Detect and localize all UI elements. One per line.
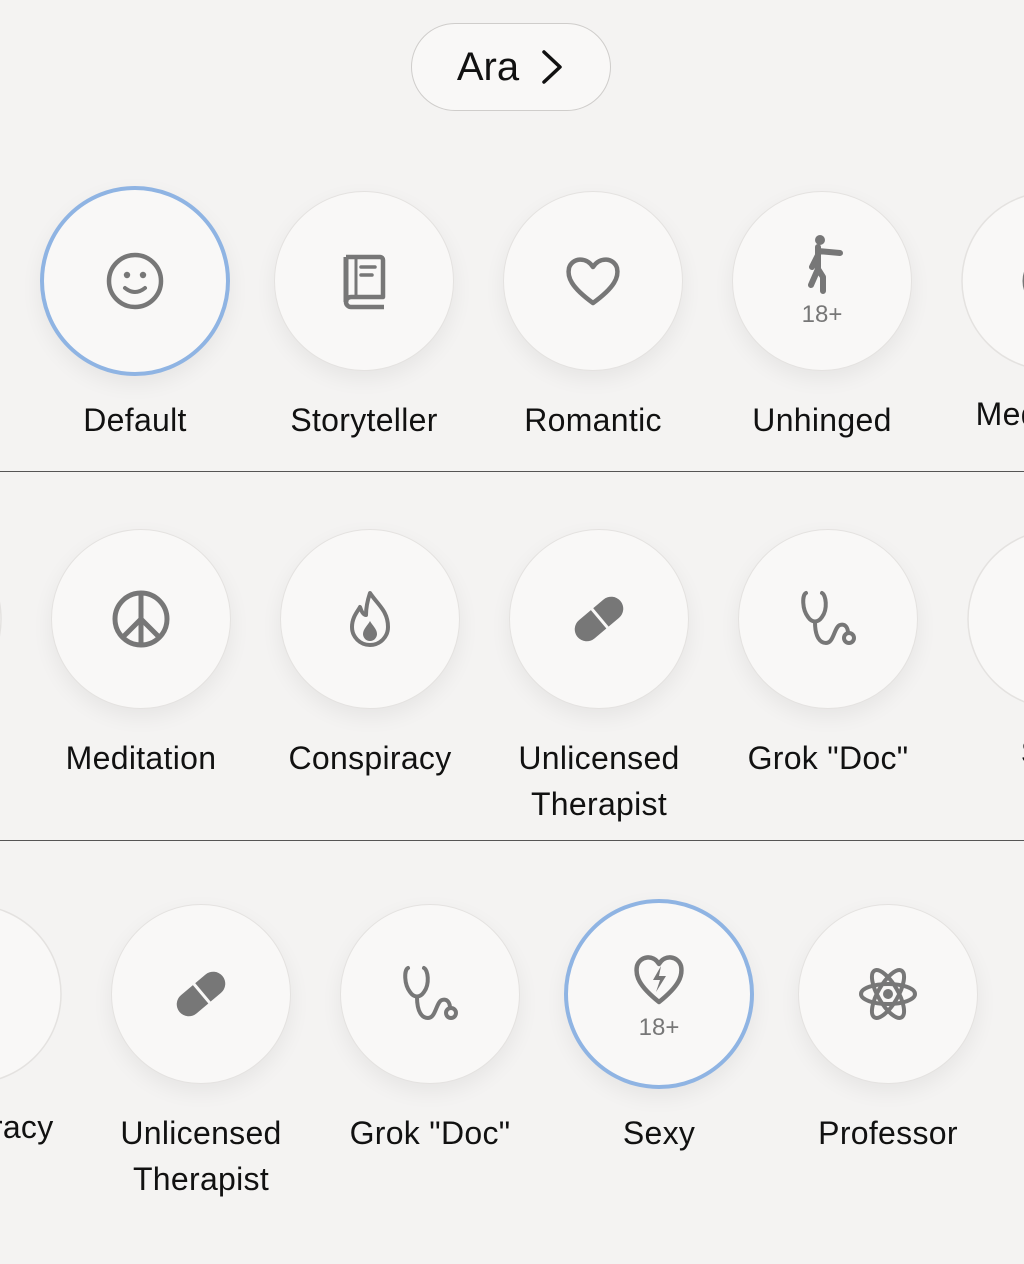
divider xyxy=(0,471,1024,472)
personality-circle[interactable] xyxy=(509,529,689,709)
divider xyxy=(0,840,1024,841)
personality-label: Storyteller xyxy=(290,402,438,438)
smiley-icon xyxy=(103,249,167,313)
personality-professor[interactable]: Professor xyxy=(768,904,1008,1156)
pill-icon xyxy=(169,962,233,1026)
voice-name: Ara xyxy=(456,44,520,89)
personality-label: Unhinged xyxy=(752,402,892,438)
personality-circle[interactable] xyxy=(738,529,918,709)
personality-row-1[interactable]: Default Storyteller Romantic 18+ Unhinged Med… xyxy=(0,186,1024,551)
personality-circle[interactable] xyxy=(340,904,520,1084)
personality-label: Meditation xyxy=(976,396,1024,432)
personality-circle[interactable] xyxy=(503,191,683,371)
personality-meditation[interactable]: Meditation xyxy=(931,191,1024,511)
personality-grok-doc[interactable]: Grok "Doc" xyxy=(310,904,550,1156)
personality-circle[interactable] xyxy=(111,904,291,1084)
personality-label: Sexy xyxy=(622,1115,696,1151)
personality-unlicensed-therapist[interactable]: Unlicensed Therapist xyxy=(479,529,719,827)
personality-label: Grok "Doc" xyxy=(747,740,909,776)
voice-selector-button[interactable]: Ara xyxy=(411,23,611,111)
personality-romantic[interactable]: Romantic xyxy=(473,191,713,443)
age-badge: 18+ xyxy=(638,1014,680,1041)
personality-label: Meditation xyxy=(65,740,217,776)
book-icon xyxy=(332,249,396,313)
personality-circle[interactable]: 18+ xyxy=(732,191,912,371)
age-badge: 18+ xyxy=(801,301,843,328)
heart-icon xyxy=(561,249,625,313)
atom-icon xyxy=(856,962,920,1026)
personality-circle[interactable] xyxy=(961,192,1024,370)
personality-circle[interactable] xyxy=(51,529,231,709)
personality-grok-doc[interactable]: Grok "Doc" xyxy=(708,529,948,781)
personality-row-3[interactable]: Conspiracy Unlicensed Therapist Grok "Doc"… xyxy=(0,899,1024,1264)
personality-label: Romantic xyxy=(524,402,662,438)
flame-icon xyxy=(338,587,402,651)
personality-meditation[interactable]: Meditation xyxy=(21,529,261,781)
personality-label: Default xyxy=(83,402,187,438)
peace-icon xyxy=(109,587,173,651)
stethoscope-icon xyxy=(796,587,860,651)
personality-circle[interactable] xyxy=(967,530,1024,708)
personality-label: Grok "Doc" xyxy=(349,1115,511,1151)
personality-default[interactable]: Default xyxy=(15,186,255,443)
personality-conspiracy[interactable]: Conspiracy xyxy=(0,904,92,1224)
personality-row-2[interactable]: Meditation Conspiracy Unlicensed Therapist… xyxy=(0,529,1024,889)
personality-label: Conspiracy xyxy=(288,740,452,776)
personality-unlicensed-therapist[interactable]: Unlicensed Therapist xyxy=(81,904,321,1202)
personality-circle[interactable] xyxy=(280,529,460,709)
chevron-right-icon xyxy=(542,50,562,84)
personality-storyteller[interactable]: Storyteller xyxy=(244,191,484,443)
personality-label: Unlicensed Therapist xyxy=(120,1115,282,1197)
personality-circle[interactable]: 18+ xyxy=(564,899,754,1089)
personality-label: Conspiracy xyxy=(0,1109,54,1145)
personality-label: Professor xyxy=(818,1115,958,1151)
personality-circle[interactable] xyxy=(274,191,454,371)
personality-circle[interactable] xyxy=(0,905,62,1083)
personality-label: Unlicensed Therapist xyxy=(518,740,680,822)
personality-unhinged[interactable]: 18+ Unhinged xyxy=(702,191,942,443)
personality-conspiracy[interactable]: Conspiracy xyxy=(250,529,490,781)
heart-bolt-icon xyxy=(627,946,691,1010)
personality-sexy[interactable]: 18+ Sexy xyxy=(539,899,779,1156)
pill-icon xyxy=(567,587,631,651)
personality-sexy[interactable]: 18+Sexy xyxy=(937,529,1024,849)
personality-circle[interactable] xyxy=(798,904,978,1084)
personality-circle[interactable] xyxy=(40,186,230,376)
stethoscope-icon xyxy=(398,962,462,1026)
personality-circle[interactable] xyxy=(0,530,2,708)
figure-icon xyxy=(790,233,854,297)
